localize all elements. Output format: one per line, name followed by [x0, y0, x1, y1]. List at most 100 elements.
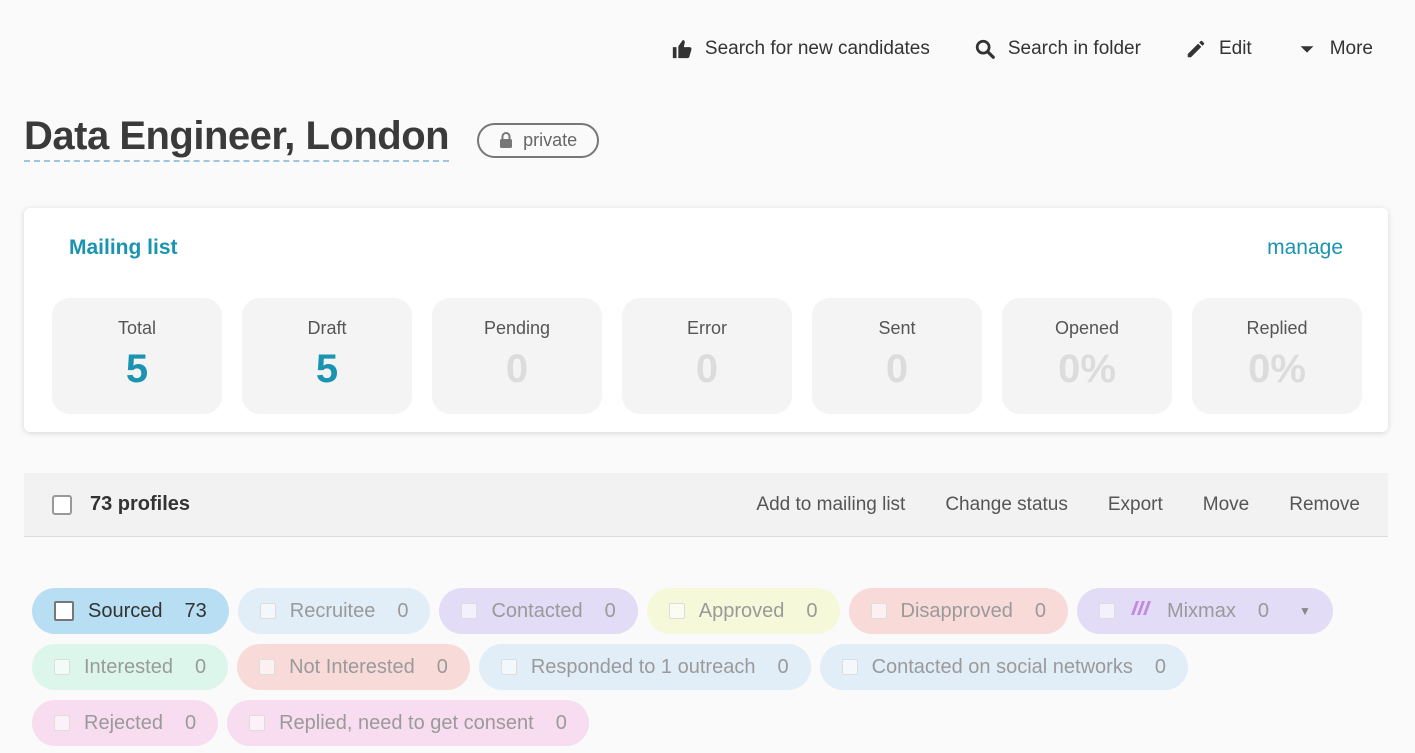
status-label: Disapproved: [900, 599, 1013, 622]
stat-value: 0%: [1058, 347, 1116, 391]
status-chip-approved[interactable]: Approved 0: [646, 588, 840, 634]
profiles-bar: 73 profiles Add to mailing list Change st…: [24, 473, 1388, 537]
status-chip-responded-to-1-outreach[interactable]: Responded to 1 outreach 0: [478, 644, 811, 690]
status-count: 0: [604, 599, 616, 622]
status-chip-contacted-on-social-networks[interactable]: Contacted on social networks 0: [819, 644, 1188, 690]
status-count: 0: [1034, 599, 1046, 622]
title-row: Data Engineer, London private: [24, 114, 600, 162]
status-label: Sourced: [88, 599, 163, 622]
status-count: 0: [436, 655, 448, 678]
status-label: Interested: [84, 655, 173, 678]
stat-label: Error: [687, 318, 727, 338]
stat-sent[interactable]: Sent 0: [812, 298, 982, 414]
status-label: Not Interested: [289, 655, 415, 678]
status-checkbox[interactable]: [870, 603, 887, 619]
status-chip-mixmax[interactable]: Mixmax 0 ▼: [1076, 588, 1333, 634]
profiles-count: 73 profiles: [90, 493, 191, 515]
status-checkbox[interactable]: [841, 659, 858, 675]
status-checkbox[interactable]: [1098, 603, 1115, 619]
select-all-checkbox[interactable]: [52, 494, 72, 515]
status-filters: Sourced 73 Recruitee 0 Contacted 0 Approved 0 Di…: [32, 588, 1372, 746]
status-checkbox[interactable]: [461, 603, 478, 619]
stat-label: Replied: [1246, 318, 1308, 338]
privacy-badge-label: private: [523, 129, 578, 150]
status-label: Replied, need to get consent: [279, 711, 534, 734]
status-count: 0: [1257, 599, 1269, 622]
export-button[interactable]: Export: [1108, 494, 1163, 516]
status-label: Contacted: [491, 599, 583, 622]
status-count: 73: [184, 599, 207, 622]
status-count: 0: [397, 599, 409, 622]
status-label: Recruitee: [289, 599, 376, 622]
search-in-folder-button[interactable]: Search in folder: [974, 38, 1141, 60]
search-new-candidates-button[interactable]: Search for new candidates: [671, 38, 930, 60]
stat-value: 0: [505, 347, 529, 391]
stat-value: 5: [125, 347, 149, 391]
pencil-icon: [1185, 38, 1207, 60]
add-to-mailing-list-button[interactable]: Add to mailing list: [756, 494, 905, 516]
status-checkbox[interactable]: [259, 603, 276, 619]
status-label: Rejected: [84, 711, 163, 734]
status-label: Approved: [698, 599, 785, 622]
status-checkbox[interactable]: [54, 659, 70, 675]
page-title[interactable]: Data Engineer, London: [24, 114, 450, 162]
status-chip-contacted[interactable]: Contacted 0: [439, 588, 638, 634]
search-icon: [974, 38, 996, 60]
caret-down-icon[interactable]: ▼: [1299, 604, 1311, 618]
status-label: Contacted on social networks: [871, 655, 1133, 678]
stat-total[interactable]: Total 5: [52, 298, 222, 414]
status-chip-recruitee[interactable]: Recruitee 0: [237, 588, 431, 634]
status-checkbox[interactable]: [54, 601, 74, 621]
stat-label: Opened: [1054, 318, 1120, 338]
status-checkbox[interactable]: [249, 715, 266, 731]
status-count: 0: [806, 599, 818, 622]
mailing-list-title: Mailing list: [69, 236, 178, 259]
stat-label: Draft: [307, 318, 347, 338]
mailing-list-card: Mailing list manage Total 5 Draft 5 Pending 0…: [24, 208, 1388, 432]
status-checkbox[interactable]: [668, 603, 685, 619]
status-checkbox[interactable]: [54, 715, 70, 731]
stat-label: Pending: [483, 318, 551, 338]
status-label: Responded to 1 outreach: [530, 655, 756, 678]
mixmax-logo-icon: [1129, 599, 1153, 623]
stat-value: 0: [885, 347, 909, 391]
manage-link[interactable]: manage: [1267, 236, 1343, 260]
stat-error[interactable]: Error 0: [622, 298, 792, 414]
stat-label: Sent: [878, 318, 916, 338]
stat-label: Total: [117, 318, 157, 338]
status-count: 0: [555, 711, 567, 734]
status-chip-interested[interactable]: Interested 0: [32, 644, 229, 690]
status-count: 0: [777, 655, 789, 678]
edit-button[interactable]: Edit: [1185, 38, 1252, 60]
status-label: Mixmax: [1166, 599, 1236, 622]
stat-value: 0: [695, 347, 719, 391]
search-in-folder-label: Search in folder: [1007, 38, 1141, 59]
status-count: 0: [1154, 655, 1166, 678]
status-chip-replied-need-to-get-consent[interactable]: Replied, need to get consent 0: [227, 700, 589, 746]
thumbs-up-icon: [671, 38, 693, 60]
caret-down-icon: [1296, 38, 1318, 60]
status-chip-sourced[interactable]: Sourced 73: [32, 588, 229, 634]
stat-pending[interactable]: Pending 0: [432, 298, 602, 414]
status-chip-not-interested[interactable]: Not Interested 0: [237, 644, 470, 690]
bulk-actions: Add to mailing list Change status Export Mo…: [756, 494, 1360, 516]
status-chip-rejected[interactable]: Rejected 0: [32, 700, 219, 746]
search-new-candidates-label: Search for new candidates: [704, 38, 930, 59]
stat-value: 5: [315, 347, 339, 391]
stat-opened[interactable]: Opened 0%: [1002, 298, 1172, 414]
mailing-stats: Total 5 Draft 5 Pending 0 Error 0 Sent 0 Opened 0% R…: [52, 298, 1362, 414]
top-toolbar: Search for new candidates Search in fold…: [671, 38, 1373, 60]
remove-button[interactable]: Remove: [1289, 494, 1360, 516]
move-button[interactable]: Move: [1203, 494, 1249, 516]
stat-value: 0%: [1248, 347, 1306, 391]
edit-label: Edit: [1218, 38, 1252, 59]
status-chip-disapproved[interactable]: Disapproved 0: [848, 588, 1068, 634]
status-checkbox[interactable]: [259, 659, 276, 675]
more-button[interactable]: More: [1296, 38, 1373, 60]
status-count: 0: [194, 655, 207, 678]
privacy-badge[interactable]: private: [477, 122, 600, 158]
stat-replied[interactable]: Replied 0%: [1192, 298, 1362, 414]
change-status-button[interactable]: Change status: [945, 494, 1068, 516]
stat-draft[interactable]: Draft 5: [242, 298, 412, 414]
status-checkbox[interactable]: [500, 659, 517, 675]
